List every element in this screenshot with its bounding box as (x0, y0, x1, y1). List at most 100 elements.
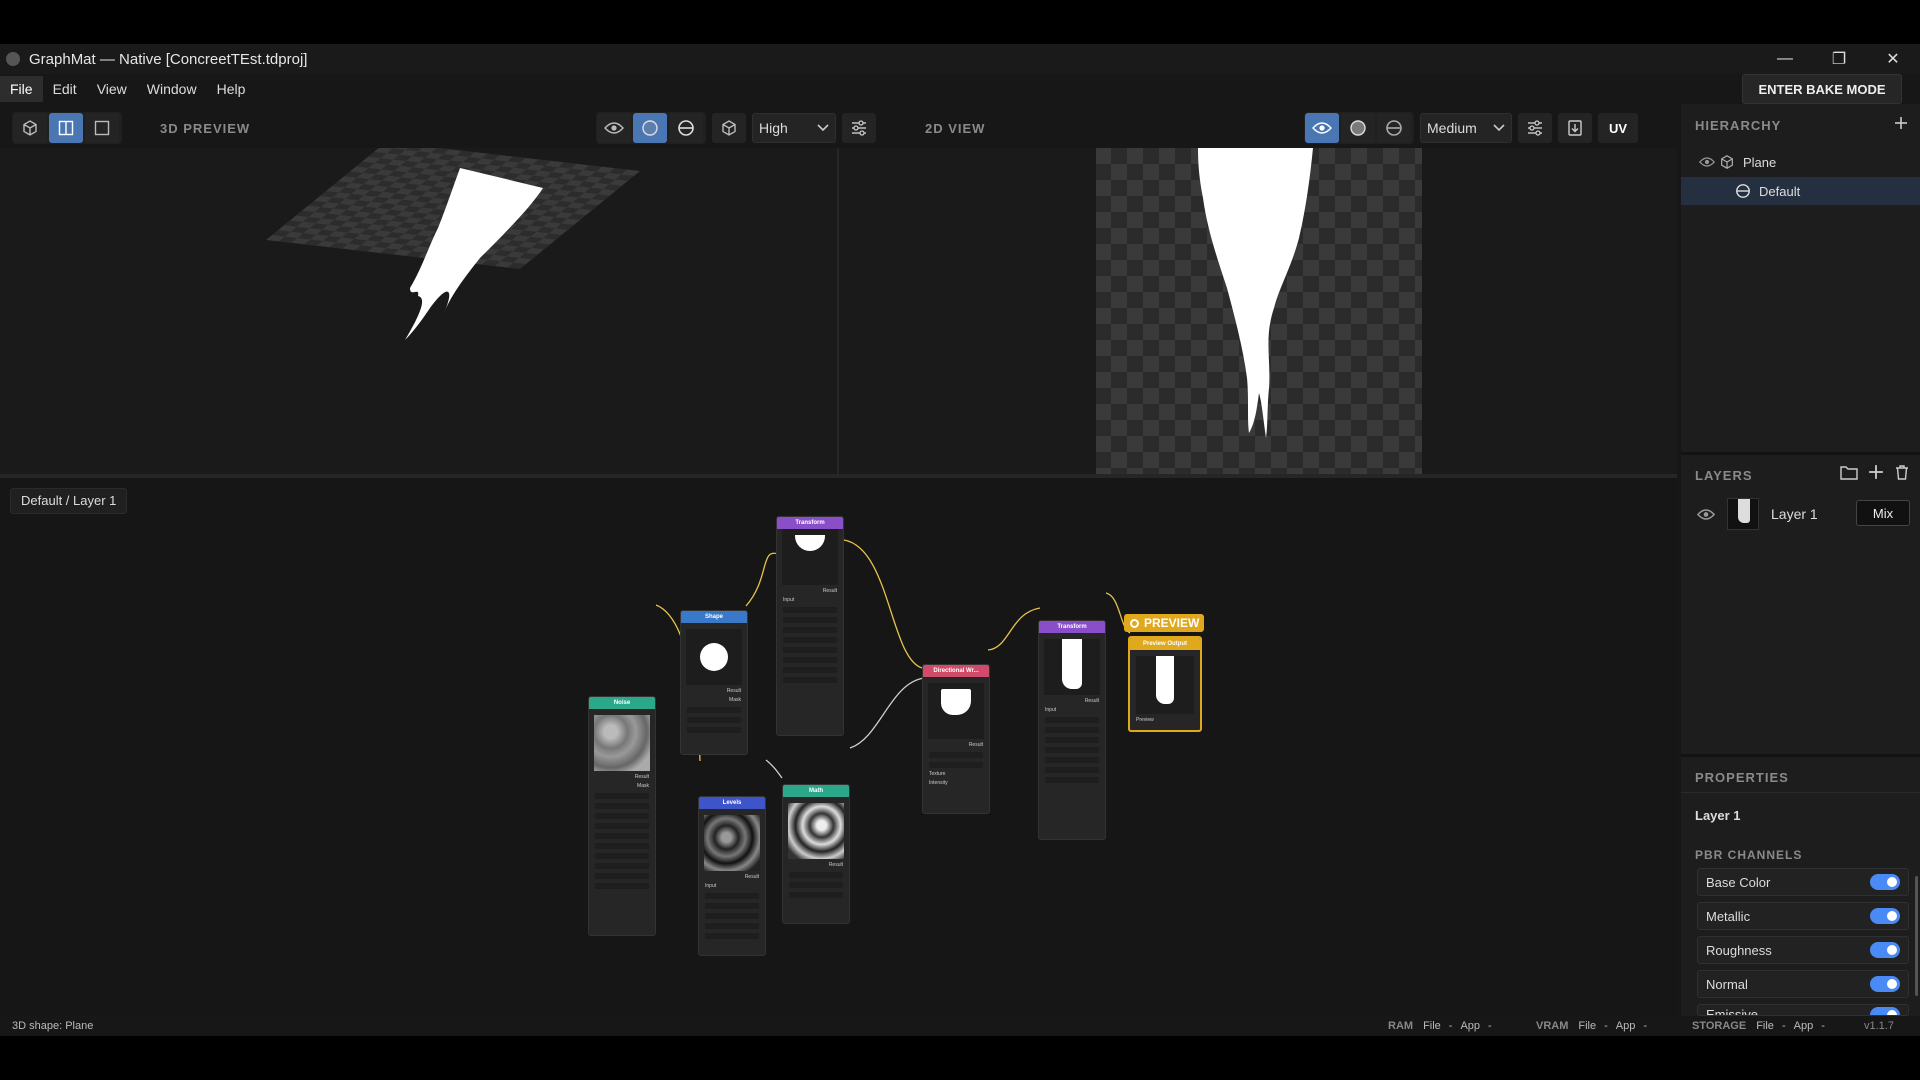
hierarchy-layers-divider[interactable] (1681, 452, 1920, 455)
node-noise-output-label: Result (634, 774, 649, 780)
preview3d-viewport[interactable] (0, 148, 837, 474)
node-levels-param[interactable] (705, 893, 759, 899)
node-transform-1-param[interactable] (783, 657, 837, 663)
node-transform-1[interactable]: Transform Result Input (776, 516, 844, 736)
channel-emissive-toggle[interactable] (1870, 1007, 1900, 1015)
node-levels-param[interactable] (705, 923, 759, 929)
channel-base-color[interactable]: Base Color (1697, 868, 1909, 896)
node-shape-param[interactable] (687, 707, 741, 713)
close-button[interactable]: ✕ (1866, 44, 1920, 74)
uv-button[interactable]: UV (1598, 113, 1638, 143)
node-shape-param[interactable] (687, 727, 741, 733)
node-noise-param[interactable] (595, 833, 649, 839)
menu-help[interactable]: Help (207, 76, 256, 102)
node-math[interactable]: Math Result (782, 784, 850, 924)
hierarchy-item-plane[interactable]: Plane (1681, 148, 1920, 176)
view2d-viewport[interactable] (839, 148, 1677, 474)
channel-metallic[interactable]: Metallic (1697, 902, 1909, 930)
channel-roughness-toggle[interactable] (1870, 942, 1900, 958)
properties-scrollbar[interactable] (1915, 876, 1918, 996)
node-directional-warp-param[interactable] (929, 752, 983, 758)
node-noise-param[interactable] (595, 823, 649, 829)
node-levels-param[interactable] (705, 913, 759, 919)
node-transform-1-param[interactable] (783, 627, 837, 633)
node-noise-param[interactable] (595, 873, 649, 879)
hierarchy-item-default[interactable]: Default (1681, 177, 1920, 205)
node-transform-2-param[interactable] (1045, 717, 1099, 723)
layout-2d-only-button[interactable] (85, 113, 119, 143)
node-noise[interactable]: Noise Result Mask (588, 696, 656, 936)
enter-bake-mode-button[interactable]: ENTER BAKE MODE (1742, 74, 1902, 104)
preview-tag[interactable]: PREVIEW (1124, 614, 1204, 632)
plus-icon[interactable] (1868, 464, 1884, 480)
node-transform-2-param[interactable] (1045, 767, 1099, 773)
menu-window[interactable]: Window (137, 76, 207, 102)
node-noise-param[interactable] (595, 883, 649, 889)
view2d-settings-button[interactable] (1518, 113, 1552, 143)
node-noise-param[interactable] (595, 853, 649, 859)
node-shape[interactable]: Shape Result Mask (680, 610, 748, 755)
node-math-param[interactable] (789, 882, 843, 888)
layer-row[interactable]: Layer 1 Mix (1681, 494, 1920, 534)
preview3d-quality-select[interactable]: High (752, 113, 836, 143)
node-math-param[interactable] (789, 892, 843, 898)
node-noise-param[interactable] (595, 863, 649, 869)
eye-icon[interactable] (1699, 156, 1715, 168)
node-transform-1-param[interactable] (783, 667, 837, 673)
node-noise-param[interactable] (595, 803, 649, 809)
hierarchy-add-button[interactable] (1890, 112, 1912, 134)
node-directional-warp-param[interactable] (929, 762, 983, 768)
folder-icon[interactable] (1840, 464, 1858, 480)
channel-metallic-toggle[interactable] (1870, 908, 1900, 924)
channel-roughness[interactable]: Roughness (1697, 936, 1909, 964)
node-noise-param[interactable] (595, 813, 649, 819)
preview3d-visibility-button[interactable] (597, 113, 631, 143)
node-noise-param[interactable] (595, 793, 649, 799)
node-transform-2[interactable]: Transform Result Input (1038, 620, 1106, 840)
view2d-visibility-button[interactable] (1305, 113, 1339, 143)
menu-edit[interactable]: Edit (43, 76, 87, 102)
node-preview-output[interactable]: Preview Output Preview (1128, 636, 1202, 732)
preview3d-model-button[interactable] (712, 113, 746, 143)
eye-icon[interactable] (1697, 508, 1715, 521)
node-transform-2-param[interactable] (1045, 757, 1099, 763)
node-transform-1-param[interactable] (783, 677, 837, 683)
view2d-sphere-button[interactable] (1341, 113, 1375, 143)
minimize-button[interactable]: — (1758, 44, 1812, 74)
channel-base-color-toggle[interactable] (1870, 874, 1900, 890)
menu-file[interactable]: File (0, 76, 43, 102)
node-levels-param[interactable] (705, 933, 759, 939)
node-transform-1-param[interactable] (783, 637, 837, 643)
layout-split-button[interactable] (49, 113, 83, 143)
node-levels-param[interactable] (705, 903, 759, 909)
channel-emissive[interactable]: Emissive (1697, 1004, 1909, 1016)
node-transform-1-param[interactable] (783, 647, 837, 653)
channel-normal[interactable]: Normal (1697, 970, 1909, 998)
node-transform-1-thumbnail (782, 529, 838, 585)
node-shape-param[interactable] (687, 717, 741, 723)
channel-normal-toggle[interactable] (1870, 976, 1900, 992)
layout-3d-only-button[interactable] (13, 113, 47, 143)
node-transform-2-param[interactable] (1045, 727, 1099, 733)
node-transform-1-param[interactable] (783, 607, 837, 613)
trash-icon[interactable] (1894, 464, 1910, 480)
node-transform-2-param[interactable] (1045, 747, 1099, 753)
layer-blend-mode-button[interactable]: Mix (1856, 500, 1910, 526)
preview3d-plane-button[interactable] (669, 113, 703, 143)
node-noise-param[interactable] (595, 843, 649, 849)
maximize-button[interactable]: ❐ (1812, 44, 1866, 74)
preview3d-sphere-button[interactable] (633, 113, 667, 143)
node-math-param[interactable] (789, 872, 843, 878)
view2d-plane-button[interactable] (1377, 113, 1411, 143)
node-levels[interactable]: Levels Result Input (698, 796, 766, 956)
node-transform-2-param[interactable] (1045, 777, 1099, 783)
node-transform-2-param[interactable] (1045, 737, 1099, 743)
view2d-export-button[interactable] (1558, 113, 1592, 143)
node-transform-1-param[interactable] (783, 617, 837, 623)
menu-view[interactable]: View (87, 76, 137, 102)
preview3d-settings-button[interactable] (842, 113, 876, 143)
layers-properties-divider[interactable] (1681, 754, 1920, 757)
node-graph[interactable]: Default / Layer 1 Noise Result Mask Shap… (0, 478, 1677, 1016)
node-directional-warp[interactable]: Directional Wr... Result Texture Intensi… (922, 664, 990, 814)
view2d-quality-select[interactable]: Medium (1420, 113, 1512, 143)
